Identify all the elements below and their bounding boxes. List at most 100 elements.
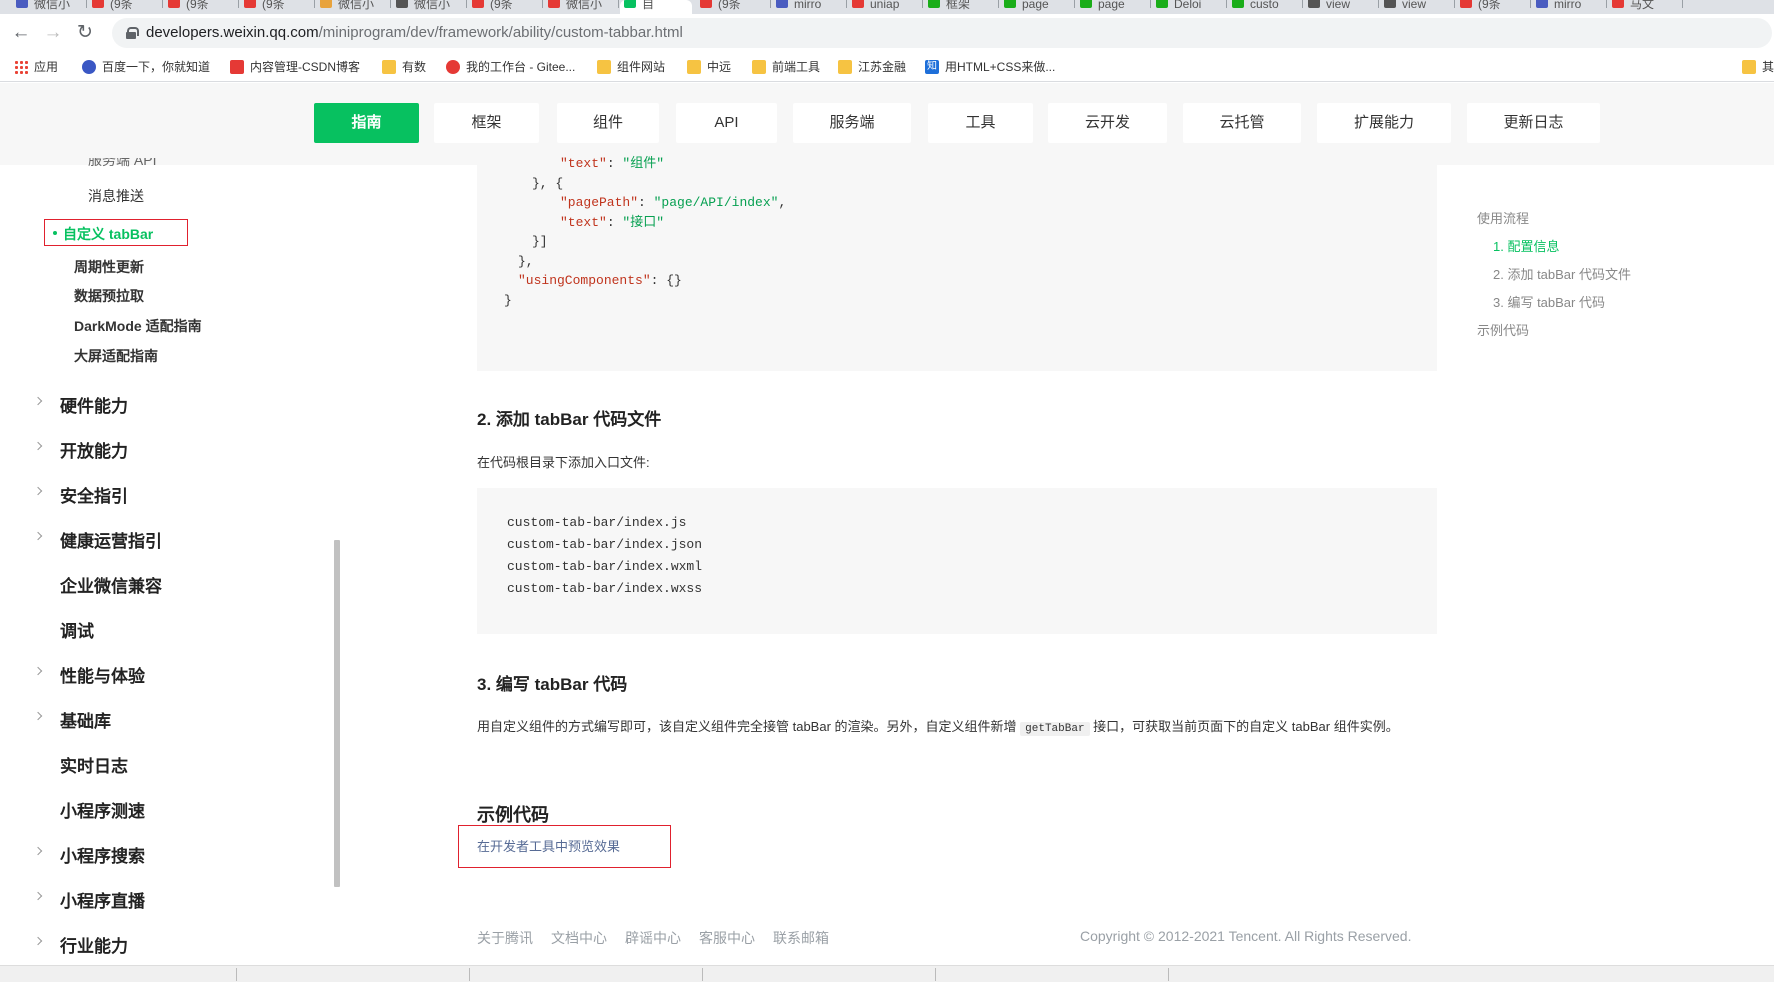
lock-icon (126, 27, 139, 39)
bookmark-other[interactable]: 其 (1742, 59, 1774, 75)
sidebar-item-custom-tabbar[interactable]: 自定义 tabBar (44, 219, 188, 246)
browser-tab[interactable]: 微信小 (316, 0, 388, 14)
nav-tab-cloud-dev[interactable]: 云开发 (1048, 103, 1167, 143)
footer-link-docs[interactable]: 文档中心 (551, 928, 607, 948)
bookmark-components[interactable]: 组件网站 (597, 59, 665, 75)
csdn-icon (230, 60, 244, 74)
tab-title: (9条 (1478, 0, 1501, 11)
sidebar-item-wework[interactable]: 企业微信兼容 (60, 572, 162, 597)
toc-item-example[interactable]: 示例代码 (1477, 320, 1529, 339)
browser-tab[interactable]: (9条 (164, 0, 236, 14)
footer-link-rumor[interactable]: 辟谣中心 (625, 928, 681, 948)
sidebar-item-operations[interactable]: 健康运营指引 (60, 527, 162, 552)
nav-tab-tools[interactable]: 工具 (928, 103, 1033, 143)
sidebar-item-debug[interactable]: 调试 (60, 617, 94, 642)
browser-tab[interactable]: Deloi (1152, 0, 1224, 14)
footer-link-support[interactable]: 客服中心 (699, 928, 755, 948)
browser-tab[interactable]: mirro (772, 0, 844, 14)
sidebar-item-server-api[interactable]: 服务端 API (88, 158, 156, 170)
sidebar-item-speed-test[interactable]: 小程序测速 (60, 797, 145, 822)
folder-icon (687, 60, 701, 74)
sidebar-item-hardware[interactable]: 硬件能力 (60, 392, 128, 417)
sidebar-item-periodic-update[interactable]: 周期性更新 (74, 257, 144, 277)
url-field[interactable]: developers.weixin.qq.com/miniprogram/dev… (112, 18, 1772, 48)
sidebar-item-large-screen[interactable]: 大屏适配指南 (74, 346, 158, 366)
sidebar-item-open-capability[interactable]: 开放能力 (60, 437, 128, 462)
sidebar-item-live[interactable]: 小程序直播 (60, 887, 145, 912)
browser-tab[interactable]: page (1076, 0, 1148, 14)
browser-tab[interactable]: 微信小 (392, 0, 464, 14)
chevron-right-icon (33, 396, 43, 406)
nav-tab-guide[interactable]: 指南 (314, 103, 419, 143)
tab-title: 微信小 (566, 0, 603, 11)
browser-tab[interactable]: view (1380, 0, 1452, 14)
tab-title: page (1022, 0, 1049, 11)
nav-tab-cloud-hosting[interactable]: 云托管 (1183, 103, 1301, 143)
sidebar-item-industry[interactable]: 行业能力 (60, 932, 128, 957)
code-line: custom-tab-bar/index.wxss (507, 581, 703, 596)
browser-tab[interactable]: view (1304, 0, 1376, 14)
toc-item-write-code[interactable]: 3. 编写 tabBar 代码 (1493, 292, 1605, 311)
nav-tab-changelog[interactable]: 更新日志 (1467, 103, 1600, 143)
toc-item-config[interactable]: 1. 配置信息 (1493, 236, 1559, 255)
toc-item-add-files[interactable]: 2. 添加 tabBar 代码文件 (1493, 264, 1631, 283)
browser-tab[interactable]: 微信小 (12, 0, 84, 14)
bookmark-csdn[interactable]: 内容管理-CSDN博客 (230, 59, 360, 75)
bookmark-apps[interactable]: 应用 (14, 59, 58, 75)
nav-tab-components[interactable]: 组件 (557, 103, 659, 143)
browser-tab[interactable]: (9条 (1456, 0, 1528, 14)
browser-tab[interactable]: (9条 (240, 0, 312, 14)
toc-item-usage[interactable]: 使用流程 (1477, 208, 1529, 227)
sidebar-item-security[interactable]: 安全指引 (60, 482, 128, 507)
back-arrow-icon[interactable]: ← (8, 20, 34, 46)
copyright-text: Copyright © 2012-2021 Tencent. All Right… (1080, 928, 1412, 944)
sidebar-item-base-library[interactable]: 基础库 (60, 707, 111, 732)
browser-tab[interactable]: (9条 (468, 0, 540, 14)
browser-tab[interactable]: custo (1228, 0, 1300, 14)
bookmark-frontend-tools[interactable]: 前端工具 (752, 59, 820, 75)
bookmark-zhongyuan[interactable]: 中远 (687, 59, 731, 75)
folder-icon (382, 60, 396, 74)
reload-icon[interactable]: ↻ (72, 20, 98, 46)
tab-title: 自 (642, 0, 655, 11)
browser-tab[interactable]: (9条 (88, 0, 160, 14)
footer-link-about[interactable]: 关于腾讯 (477, 928, 533, 948)
preview-in-devtools-link[interactable]: 在开发者工具中预览效果 (477, 836, 620, 855)
sidebar-item-performance[interactable]: 性能与体验 (60, 662, 145, 687)
browser-tab[interactable]: 框架 (924, 0, 996, 14)
browser-tab[interactable]: uniap (848, 0, 920, 14)
sidebar-item-prefetch[interactable]: 数据预拉取 (74, 286, 144, 306)
forward-arrow-icon[interactable]: → (40, 20, 66, 46)
tab-title: mirro (1554, 0, 1582, 11)
code-block-app-json: "text": "组件"}, {"pagePath": "page/API/in… (477, 156, 1437, 371)
browser-tab[interactable]: mirro (1532, 0, 1604, 14)
sidebar-item-realtime-log[interactable]: 实时日志 (60, 752, 128, 777)
browser-tab[interactable]: 自 (620, 0, 692, 14)
sidebar-item-message-push[interactable]: 消息推送 (88, 186, 144, 206)
tab-favicon-icon (320, 0, 332, 8)
browser-tab[interactable]: page (1000, 0, 1072, 14)
code-line: "text": "组件" (560, 156, 665, 171)
tab-favicon-icon (1004, 0, 1016, 8)
sidebar-item-darkmode[interactable]: DarkMode 适配指南 (74, 316, 202, 336)
tab-title: (9条 (262, 0, 285, 11)
sidebar-item-search[interactable]: 小程序搜索 (60, 842, 145, 867)
baidu-icon (82, 60, 96, 74)
bookmark-gitee[interactable]: 我的工作台 - Gitee... (446, 59, 575, 75)
nav-tab-extensions[interactable]: 扩展能力 (1317, 103, 1451, 143)
bookmark-baidu[interactable]: 百度一下，你就知道 (82, 59, 210, 75)
table-of-contents: 使用流程 1. 配置信息 2. 添加 tabBar 代码文件 3. 编写 tab… (1460, 165, 1760, 565)
browser-tab[interactable]: 马文 (1608, 0, 1680, 14)
nav-tab-server[interactable]: 服务端 (793, 103, 911, 143)
site-header: 指南 框架 组件 API 服务端 工具 云开发 云托管 扩展能力 更新日志 (0, 83, 1774, 165)
browser-tab[interactable]: 微信小 (544, 0, 616, 14)
bookmark-youshu[interactable]: 有数 (382, 59, 426, 75)
bookmark-jiangsu-finance[interactable]: 江苏金融 (838, 59, 906, 75)
tab-favicon-icon (1156, 0, 1168, 8)
browser-tab[interactable]: (9条 (696, 0, 768, 14)
bookmark-zhihu[interactable]: 知用HTML+CSS来做... (925, 59, 1055, 75)
folder-icon (1742, 60, 1756, 74)
nav-tab-api[interactable]: API (676, 103, 777, 143)
nav-tab-framework[interactable]: 框架 (434, 103, 539, 143)
footer-link-email[interactable]: 联系邮箱 (773, 928, 829, 948)
